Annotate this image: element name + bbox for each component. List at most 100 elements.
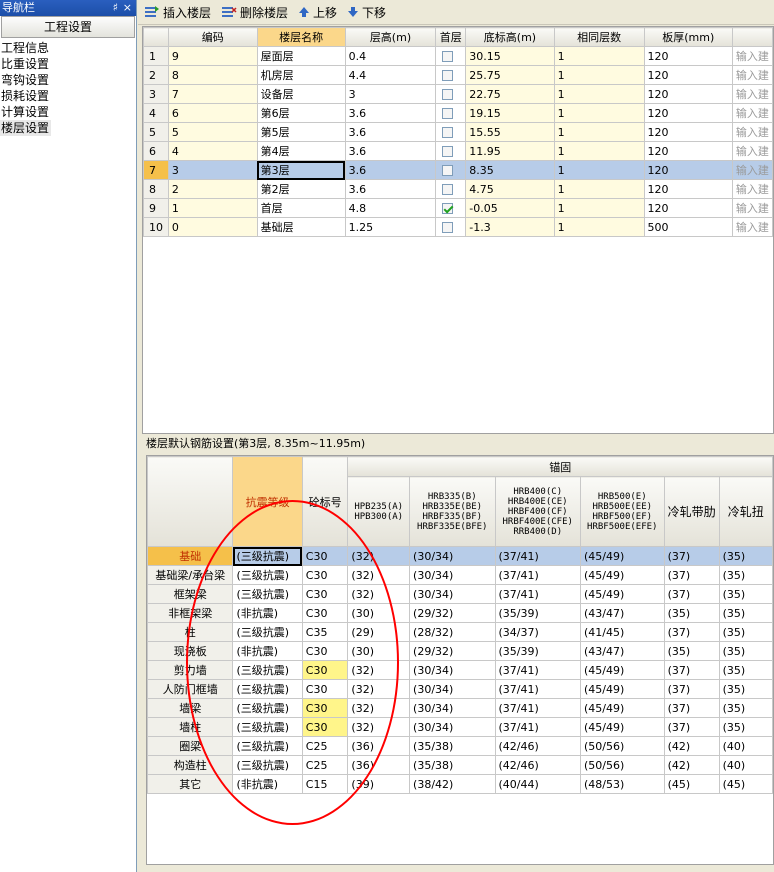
floor-cell-height[interactable]: 4.8 [344, 198, 437, 218]
anchorage-value-cell[interactable]: (35) [663, 603, 720, 623]
floor-cell-base[interactable]: 22.75 [465, 84, 555, 104]
concrete-grade-cell[interactable]: C30 [301, 641, 349, 661]
rebar-row[interactable]: 圈梁 (三级抗震) C25 (36) (35/38) (42/46) (50/56) (42)… [147, 736, 773, 756]
anchorage-value-cell[interactable]: (35) [718, 584, 773, 604]
anchorage-value-cell[interactable]: (35) [718, 565, 773, 585]
floor-column-header[interactable]: 相同层数 [553, 27, 645, 47]
rebar-row[interactable]: 基础 (三级抗震) C30 (32) (30/34) (37/41) (45/49) (37)… [147, 546, 773, 566]
rebar-row[interactable]: 其它 (非抗震) C15 (39) (38/42) (40/44) (48/53) (45)(… [147, 774, 773, 794]
anchorage-value-cell[interactable]: (37) [663, 717, 720, 737]
concrete-grade-cell[interactable]: C30 [301, 698, 349, 718]
concrete-grade-cell[interactable]: C35 [301, 622, 349, 642]
anchorage-value-cell[interactable]: (42) [663, 755, 720, 775]
anchorage-value-cell[interactable]: (32) [347, 546, 411, 566]
nav-item[interactable]: 工程信息 [0, 40, 136, 56]
nav-item[interactable]: 比重设置 [0, 56, 136, 72]
anchorage-value-cell[interactable]: (45/49) [579, 679, 665, 699]
concrete-grade-cell[interactable]: C30 [301, 565, 349, 585]
first-floor-checkbox[interactable] [442, 146, 454, 157]
rebar-row[interactable]: 剪力墙 (三级抗震) C30 (32) (30/34) (37/41) (45/49) (37… [147, 660, 773, 680]
concrete-grade-cell[interactable]: C25 [301, 736, 349, 756]
move-up-button[interactable]: 上移 [298, 4, 337, 21]
anchorage-value-cell[interactable]: (37) [663, 698, 720, 718]
floor-cell-same[interactable]: 1 [553, 84, 645, 104]
anchorage-value-cell[interactable]: (35) [718, 641, 773, 661]
floor-cell-slab[interactable]: 120 [643, 103, 733, 123]
anchorage-value-cell[interactable]: (37/41) [494, 679, 581, 699]
steel-grade-header[interactable]: HRB400(C) HRB400E(CE) HRBF400(CF) HRBF400E(… [494, 476, 581, 547]
anchorage-value-cell[interactable]: (40) [718, 755, 773, 775]
anchorage-value-cell[interactable]: (35) [718, 622, 773, 642]
floor-cell-same[interactable]: 1 [553, 198, 645, 218]
rebar-row[interactable]: 墙梁 (三级抗震) C30 (32) (30/34) (37/41) (45/49) (37)… [147, 698, 773, 718]
anchorage-value-cell[interactable]: (30/34) [409, 679, 496, 699]
seismic-grade-header[interactable]: 抗震等级 [232, 456, 303, 547]
first-floor-checkbox[interactable] [442, 127, 454, 138]
anchorage-value-cell[interactable]: (36) [347, 755, 411, 775]
floor-cell-code[interactable]: 8 [167, 65, 258, 85]
anchorage-value-cell[interactable]: (42/46) [494, 736, 581, 756]
floor-cell-name[interactable]: 设备层 [256, 84, 346, 104]
floor-cell-note[interactable]: 输入建 [731, 160, 773, 180]
concrete-grade-cell[interactable]: C30 [301, 717, 349, 737]
floor-cell-height[interactable]: 3.6 [344, 122, 437, 142]
anchorage-value-cell[interactable]: (32) [347, 565, 411, 585]
rebar-row[interactable]: 框架梁 (三级抗震) C30 (32) (30/34) (37/41) (45/49) (37… [147, 584, 773, 604]
floor-cell-same[interactable]: 1 [553, 103, 645, 123]
seismic-grade-cell[interactable]: (非抗震) [232, 641, 303, 661]
concrete-grade-cell[interactable]: C30 [301, 660, 349, 680]
floor-cell-first[interactable] [435, 141, 467, 161]
floor-row[interactable]: 3 7 设备层 3 22.75 1 120 输入建 [143, 84, 773, 104]
anchorage-value-cell[interactable]: (30) [347, 603, 411, 623]
floor-cell-slab[interactable]: 120 [643, 122, 733, 142]
floor-cell-same[interactable]: 1 [553, 160, 645, 180]
anchorage-value-cell[interactable]: (35) [663, 641, 720, 661]
rebar-row[interactable]: 基础梁/承台梁 (三级抗震) C30 (32) (30/34) (37/41) (45/49… [147, 565, 773, 585]
anchorage-value-cell[interactable]: (37/41) [494, 584, 581, 604]
concrete-grade-cell[interactable]: C30 [301, 679, 349, 699]
seismic-grade-cell[interactable]: (三级抗震) [232, 755, 303, 775]
rebar-row[interactable]: 墙柱 (三级抗震) C30 (32) (30/34) (37/41) (45/49) (37)… [147, 717, 773, 737]
floor-cell-slab[interactable]: 120 [643, 65, 733, 85]
floor-cell-note[interactable]: 输入建 [731, 122, 773, 142]
floor-cell-same[interactable]: 1 [553, 217, 645, 237]
anchorage-value-cell[interactable]: (35/38) [409, 736, 496, 756]
floor-column-header[interactable]: 楼层名称 [256, 27, 346, 47]
floor-cell-name[interactable]: 屋面层 [256, 46, 346, 66]
floor-cell-same[interactable]: 1 [553, 141, 645, 161]
floor-cell-base[interactable]: -0.05 [465, 198, 555, 218]
anchorage-value-cell[interactable]: (40) [718, 736, 773, 756]
floor-cell-code[interactable]: 3 [167, 160, 258, 180]
floor-cell-base[interactable]: 11.95 [465, 141, 555, 161]
anchorage-value-cell[interactable]: (35) [718, 660, 773, 680]
seismic-grade-cell[interactable]: (三级抗震) [232, 736, 303, 756]
anchorage-value-cell[interactable]: (50/56) [579, 736, 665, 756]
anchorage-value-cell[interactable]: (32) [347, 660, 411, 680]
floor-cell-first[interactable] [435, 65, 467, 85]
floor-cell-slab[interactable]: 120 [643, 84, 733, 104]
nav-item[interactable]: 弯钩设置 [0, 72, 136, 88]
anchorage-value-cell[interactable]: (32) [347, 698, 411, 718]
insert-floor-button[interactable]: 插入楼层 [144, 4, 211, 21]
floor-cell-first[interactable] [435, 103, 467, 123]
anchorage-value-cell[interactable]: (34/37) [494, 622, 581, 642]
anchorage-value-cell[interactable]: (45/49) [579, 698, 665, 718]
first-floor-checkbox[interactable] [442, 70, 454, 81]
anchorage-value-cell[interactable]: (32) [347, 717, 411, 737]
move-down-button[interactable]: 下移 [347, 4, 386, 21]
nav-item[interactable]: 损耗设置 [0, 88, 136, 104]
floor-cell-height[interactable]: 3.6 [344, 141, 437, 161]
anchorage-value-cell[interactable]: (35/39) [494, 641, 581, 661]
nav-item[interactable]: 楼层设置 [0, 120, 52, 136]
anchorage-value-cell[interactable]: (30/34) [409, 698, 496, 718]
rebar-row[interactable]: 现浇板 (非抗震) C30 (30) (29/32) (35/39) (43/47) (35)… [147, 641, 773, 661]
floor-cell-same[interactable]: 1 [553, 46, 645, 66]
anchorage-value-cell[interactable]: (35/38) [409, 755, 496, 775]
rebar-row[interactable]: 非框架梁 (非抗震) C30 (30) (29/32) (35/39) (43/47) (35… [147, 603, 773, 623]
anchorage-value-cell[interactable]: (45) [663, 774, 720, 794]
concrete-grade-cell[interactable]: C30 [301, 546, 349, 566]
first-floor-checkbox[interactable] [442, 108, 454, 119]
floor-cell-first[interactable] [435, 217, 467, 237]
anchorage-value-cell[interactable]: (45/49) [579, 546, 665, 566]
concrete-grade-cell[interactable]: C25 [301, 755, 349, 775]
